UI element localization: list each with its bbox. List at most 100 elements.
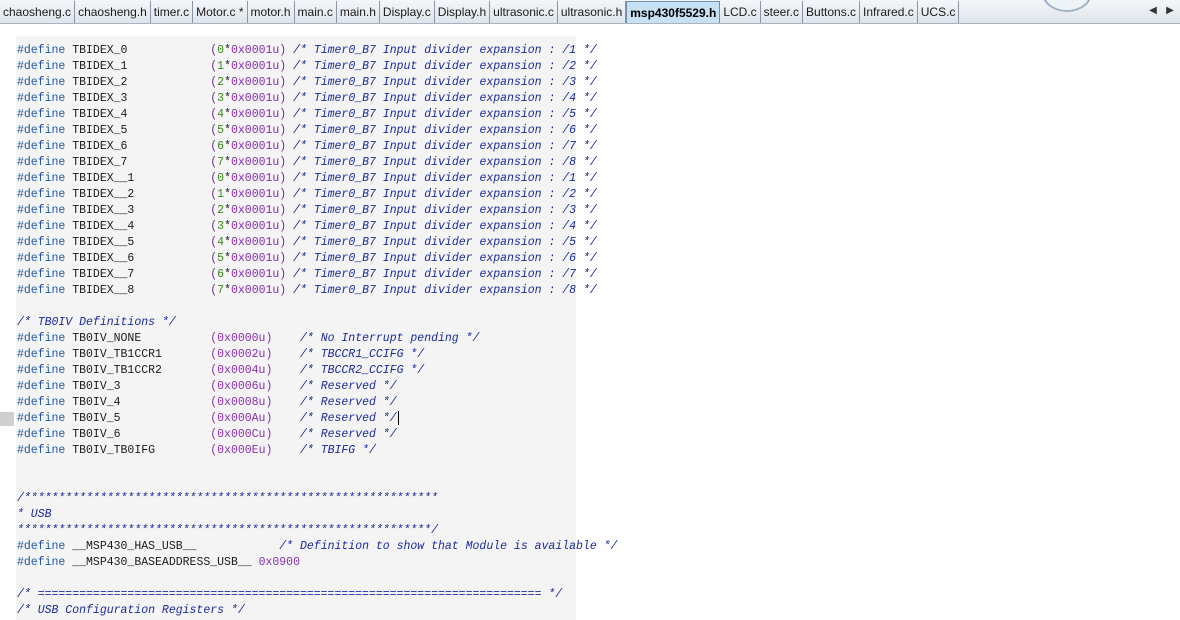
- operator: *: [224, 188, 231, 201]
- hex-value: (0x0008u): [210, 396, 273, 409]
- tab-display-h[interactable]: Display.h: [435, 1, 491, 23]
- tab-ultrasonic-h[interactable]: ultrasonic.h: [558, 1, 627, 23]
- define-keyword: #define: [17, 124, 66, 137]
- code-comment: /* TBCCR1_CCIFG */: [299, 348, 425, 361]
- code-line[interactable]: * USB: [17, 507, 52, 523]
- tab-lcd-c[interactable]: LCD.c: [720, 1, 761, 23]
- hex-value: 0x0001u: [230, 236, 280, 249]
- code-line[interactable]: #define TB0IV_TB1CCR2 (0x0004u) /* TBCCR…: [17, 363, 424, 379]
- code-line[interactable]: #define TBIDEX__8 (7*0x0001u) /* Timer0_…: [17, 283, 597, 299]
- code-line[interactable]: #define TBIDEX_5 (5*0x0001u) /* Timer0_B…: [17, 123, 597, 139]
- define-keyword: #define: [17, 156, 66, 169]
- tab-steer-c[interactable]: steer.c: [761, 1, 804, 23]
- define-keyword: #define: [17, 348, 66, 361]
- tab-display-c[interactable]: Display.c: [380, 1, 435, 23]
- code-line[interactable]: #define TB0IV_3 (0x0006u) /* Reserved */: [17, 379, 397, 395]
- tab-main-c[interactable]: main.c: [295, 1, 337, 23]
- tab-buttons-c[interactable]: Buttons.c: [803, 1, 861, 23]
- hex-value: 0x0001u: [230, 76, 280, 89]
- macro-name: __MSP430_HAS_USB__: [72, 540, 197, 553]
- define-keyword: #define: [17, 380, 66, 393]
- macro-name: TBIDEX__3: [72, 204, 135, 217]
- code-line[interactable]: #define TBIDEX_2 (2*0x0001u) /* Timer0_B…: [17, 75, 597, 91]
- code-line[interactable]: #define TBIDEX__4 (3*0x0001u) /* Timer0_…: [17, 219, 597, 235]
- hex-value: 0x0001u: [230, 44, 280, 57]
- hex-value: (0x000Eu): [210, 444, 273, 457]
- tab-motor-h[interactable]: motor.h: [248, 1, 295, 23]
- code-line[interactable]: #define TBIDEX__5 (4*0x0001u) /* Timer0_…: [17, 235, 597, 251]
- define-keyword: #define: [17, 236, 66, 249]
- code-line[interactable]: #define TB0IV_TB1CCR1 (0x0002u) /* TBCCR…: [17, 347, 424, 363]
- text-cursor: [397, 411, 399, 425]
- define-keyword: #define: [17, 540, 66, 553]
- code-line[interactable]: #define TB0IV_4 (0x0008u) /* Reserved */: [17, 395, 397, 411]
- code-line[interactable]: #define __MSP430_HAS_USB__ /* Definition…: [17, 539, 617, 555]
- tab-infrared-c[interactable]: Infrared.c: [860, 1, 918, 23]
- define-keyword: #define: [17, 444, 66, 457]
- code-line[interactable]: /* TB0IV Definitions */: [17, 315, 176, 331]
- code-line[interactable]: ****************************************…: [17, 523, 438, 539]
- code-line[interactable]: #define TBIDEX__2 (1*0x0001u) /* Timer0_…: [17, 187, 597, 203]
- macro-name: TBIDEX__4: [72, 220, 135, 233]
- code-line[interactable]: #define TBIDEX__3 (2*0x0001u) /* Timer0_…: [17, 203, 597, 219]
- define-keyword: #define: [17, 204, 66, 217]
- code-line[interactable]: #define __MSP430_BASEADDRESS_USB__ 0x090…: [17, 555, 300, 571]
- code-line[interactable]: #define TBIDEX_7 (7*0x0001u) /* Timer0_B…: [17, 155, 597, 171]
- hex-value: 0x0001u: [230, 220, 280, 233]
- paren: ): [279, 124, 287, 137]
- hex-value: 0x0001u: [230, 172, 280, 185]
- code-comment: ****************************************…: [17, 524, 438, 537]
- tab-ucs-c[interactable]: UCS.c: [918, 1, 960, 23]
- code-comment: /* Timer0_B7 Input divider expansion : /…: [293, 220, 597, 233]
- code-line[interactable]: /* USB Configuration Registers */: [17, 603, 245, 619]
- define-keyword: #define: [17, 412, 66, 426]
- paren: ): [279, 44, 287, 57]
- code-line[interactable]: /***************************************…: [17, 491, 438, 507]
- define-keyword: #define: [17, 44, 66, 57]
- paren: ): [279, 252, 287, 265]
- code-comment: /* Reserved */: [299, 428, 397, 441]
- tab-chaosheng-c[interactable]: chaosheng.c: [0, 1, 76, 23]
- code-line[interactable]: #define TBIDEX_3 (3*0x0001u) /* Timer0_B…: [17, 91, 597, 107]
- macro-name: TBIDEX_4: [72, 108, 128, 121]
- code-line[interactable]: #define TBIDEX__6 (5*0x0001u) /* Timer0_…: [17, 251, 597, 267]
- paren: ): [279, 268, 287, 281]
- tab-ultrasonic-c[interactable]: ultrasonic.c: [490, 1, 558, 23]
- tab-timer-c[interactable]: timer.c: [151, 1, 194, 23]
- code-line[interactable]: #define TBIDEX_1 (1*0x0001u) /* Timer0_B…: [17, 59, 597, 75]
- hex-value: 0x0001u: [230, 108, 280, 121]
- paren: ): [279, 284, 287, 297]
- code-line[interactable]: #define TB0IV_6 (0x000Cu) /* Reserved */: [17, 427, 397, 443]
- tab-motor-c[interactable]: Motor.c *: [193, 1, 248, 23]
- hex-value: (0x000Cu): [210, 428, 273, 441]
- code-line[interactable]: #define TBIDEX__7 (6*0x0001u) /* Timer0_…: [17, 267, 597, 283]
- operator: *: [224, 252, 231, 265]
- code-comment: /* No Interrupt pending */: [299, 332, 480, 345]
- paren: ): [279, 204, 287, 217]
- macro-name: TBIDEX_2: [72, 76, 128, 89]
- code-comment: /* Timer0_B7 Input divider expansion : /…: [293, 140, 597, 153]
- hex-value: (0x0004u): [210, 364, 273, 377]
- macro-name: TBIDEX__7: [72, 268, 135, 281]
- code-line[interactable]: #define TB0IV_TB0IFG (0x000Eu) /* TBIFG …: [17, 443, 376, 459]
- code-line[interactable]: /* =====================================…: [17, 587, 562, 603]
- hex-value: 0x0001u: [230, 284, 280, 297]
- operator: *: [224, 220, 231, 233]
- operator: *: [224, 124, 231, 137]
- code-line[interactable]: #define TB0IV_5 (0x000Au) /* Reserved */: [17, 411, 399, 427]
- operator: *: [224, 60, 231, 73]
- code-comment: /* Reserved */: [299, 412, 397, 426]
- tab-chaosheng-h[interactable]: chaosheng.h: [75, 1, 151, 23]
- tab-main-h[interactable]: main.h: [337, 1, 380, 23]
- code-line[interactable]: #define TBIDEX_4 (4*0x0001u) /* Timer0_B…: [17, 107, 597, 123]
- tab-scroll-left-icon[interactable]: ◀: [1146, 4, 1160, 18]
- code-line[interactable]: #define TBIDEX_0 (0*0x0001u) /* Timer0_B…: [17, 43, 597, 59]
- code-comment: /* Timer0_B7 Input divider expansion : /…: [293, 44, 597, 57]
- hex-value: 0x0001u: [230, 156, 280, 169]
- tab-scroll-right-icon[interactable]: ▶: [1163, 4, 1177, 18]
- code-comment: /* Timer0_B7 Input divider expansion : /…: [293, 92, 597, 105]
- tab-msp430f5529-h[interactable]: msp430f5529.h: [626, 1, 721, 23]
- code-line[interactable]: #define TBIDEX_6 (6*0x0001u) /* Timer0_B…: [17, 139, 597, 155]
- code-line[interactable]: #define TBIDEX__1 (0*0x0001u) /* Timer0_…: [17, 171, 597, 187]
- code-line[interactable]: #define TB0IV_NONE (0x0000u) /* No Inter…: [17, 331, 479, 347]
